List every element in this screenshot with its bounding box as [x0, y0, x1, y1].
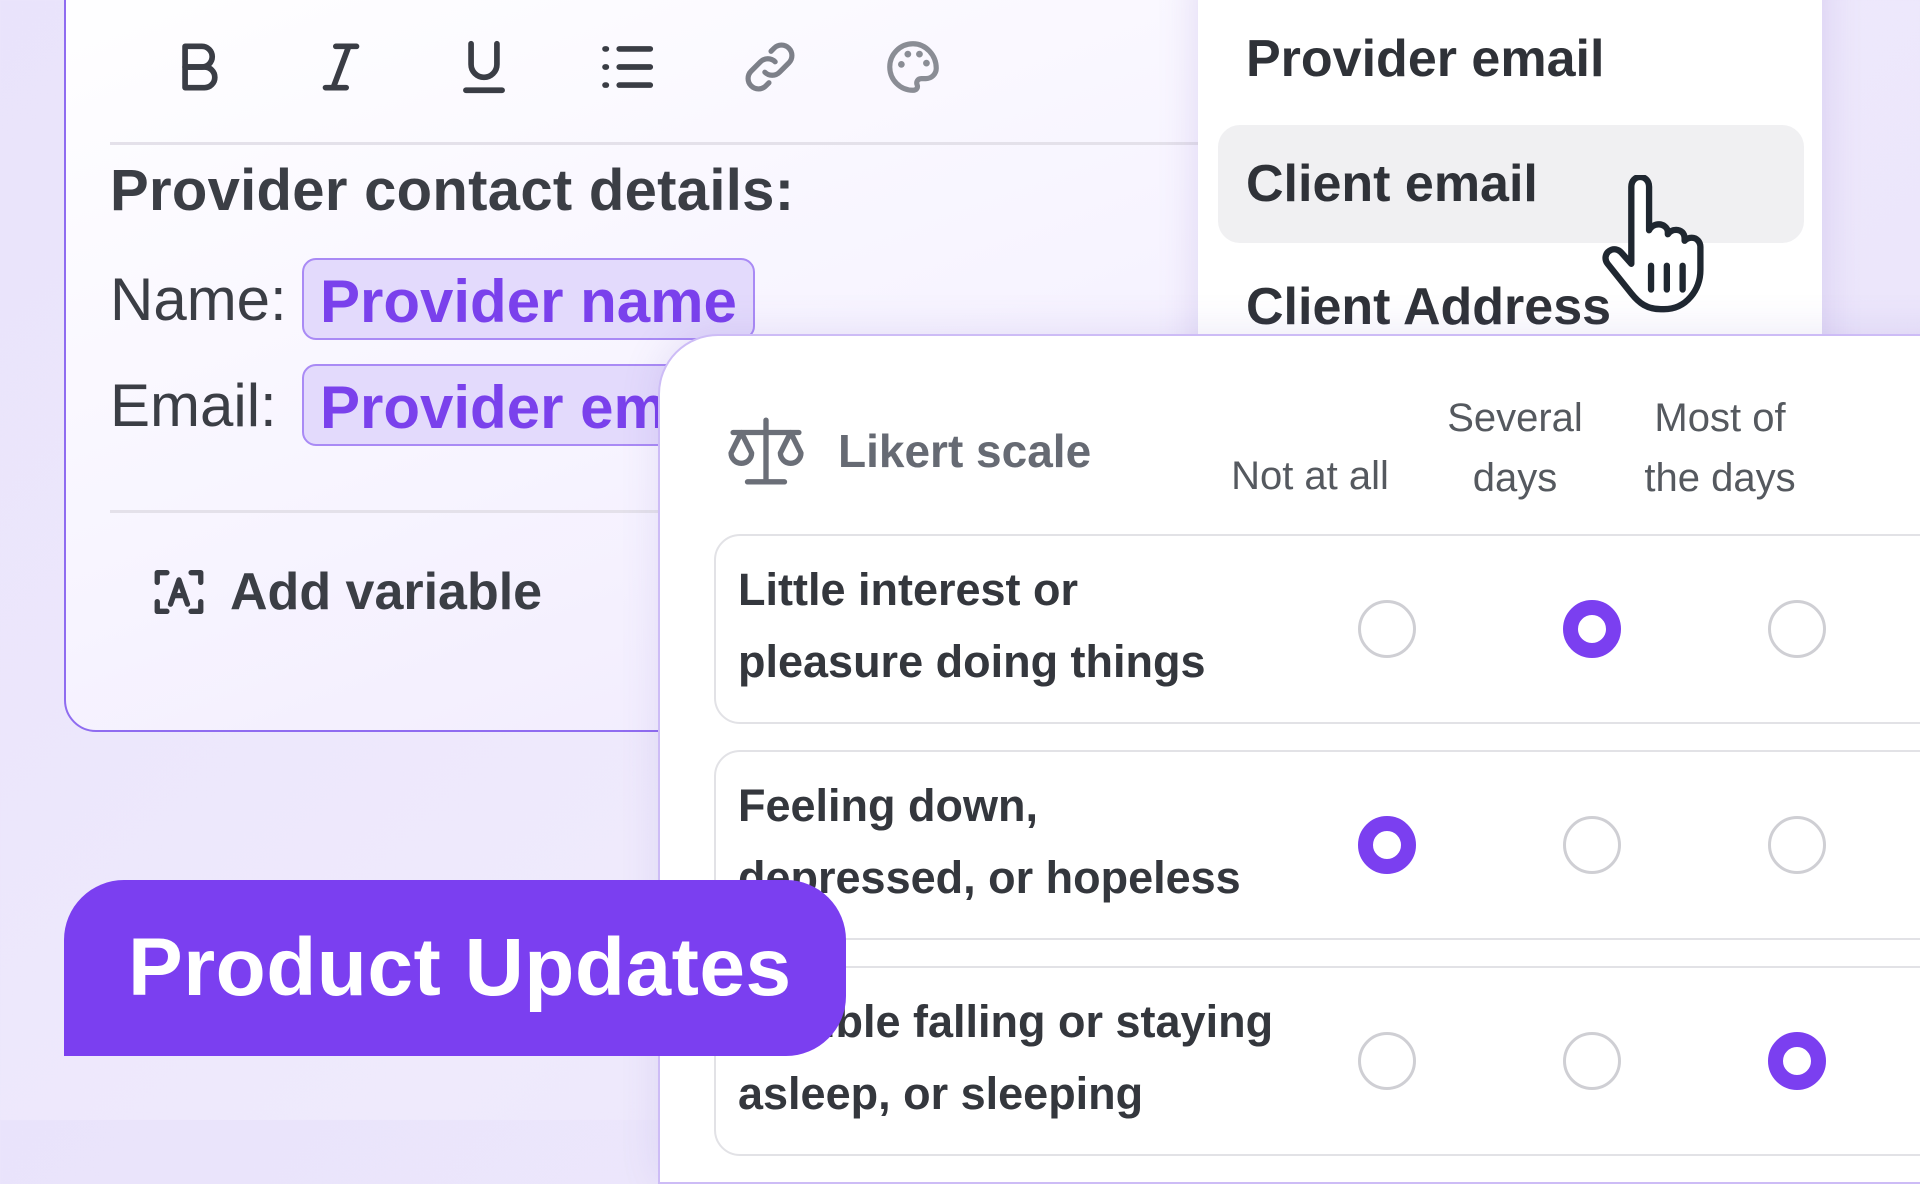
variable-icon [154, 570, 204, 614]
radio-several-days[interactable] [1563, 1032, 1621, 1090]
column-header-line: Most of [1654, 396, 1786, 440]
email-label: Email: [110, 371, 277, 439]
column-header-line: Several [1447, 396, 1583, 440]
name-label: Name: [110, 265, 287, 333]
radio-several-days[interactable] [1563, 600, 1621, 658]
name-field-row: Name: Provider name [110, 258, 755, 340]
add-variable-button[interactable]: Add variable [150, 562, 542, 622]
link-button[interactable] [698, 12, 841, 122]
editor-heading: Provider contact details: [110, 158, 795, 223]
likert-title: Likert scale [724, 414, 1091, 488]
likert-title-label: Likert scale [838, 425, 1092, 477]
radio-several-days[interactable] [1563, 816, 1621, 874]
hand-pointer-cursor-icon [1602, 175, 1704, 313]
provider-name-variable-chip[interactable]: Provider name [302, 258, 755, 340]
radio-not-at-all[interactable] [1358, 1032, 1416, 1090]
add-variable-label: Add variable [230, 563, 543, 621]
column-header-several-days: Several days [1405, 388, 1625, 508]
column-header-line: the days [1644, 456, 1796, 500]
formatting-toolbar [126, 2, 984, 132]
radio-most-of-the-days[interactable] [1768, 1032, 1826, 1090]
email-field-row: Email: Provider email [110, 364, 752, 446]
likert-scale-card: Likert scale Not at all Several days Mos… [658, 334, 1920, 1184]
dropdown-item-provider-email[interactable]: Provider email [1218, 0, 1804, 118]
question-line: Feeling down, [738, 780, 1038, 831]
radio-most-of-the-days[interactable] [1768, 600, 1826, 658]
color-palette-button[interactable] [841, 12, 984, 122]
toolbar-divider [110, 142, 1230, 145]
question-text: Little interest or pleasure doing things [738, 554, 1298, 698]
bold-button[interactable] [126, 12, 269, 122]
column-header-line: Not at all [1231, 454, 1389, 498]
bulleted-list-icon [601, 46, 653, 88]
question-line: pleasure doing things [738, 636, 1206, 687]
column-header-line: days [1472, 456, 1558, 500]
radio-not-at-all[interactable] [1358, 600, 1416, 658]
product-updates-banner: Product Updates [64, 880, 846, 1056]
column-header-most-of-the-days: Most of the days [1610, 388, 1830, 508]
underline-icon [462, 40, 505, 94]
question-line: asleep, or sleeping [738, 1068, 1144, 1119]
italic-button[interactable] [269, 12, 412, 122]
question-line: Little interest or [738, 564, 1079, 615]
bulleted-list-button[interactable] [555, 12, 698, 122]
likert-question-row: Trouble falling or staying asleep, or sl… [714, 966, 1920, 1156]
palette-icon [886, 41, 939, 93]
column-header-not-at-all: Not at all [1200, 446, 1420, 506]
radio-most-of-the-days[interactable] [1768, 816, 1826, 874]
likert-question-row: Little interest or pleasure doing things [714, 534, 1920, 724]
underline-button[interactable] [412, 12, 555, 122]
italic-icon [322, 43, 359, 91]
radio-not-at-all[interactable] [1358, 816, 1416, 874]
bold-icon [181, 43, 218, 91]
scale-icon [728, 417, 804, 485]
link-icon [745, 42, 794, 92]
likert-question-row: Feeling down, depressed, or hopeless [714, 750, 1920, 940]
